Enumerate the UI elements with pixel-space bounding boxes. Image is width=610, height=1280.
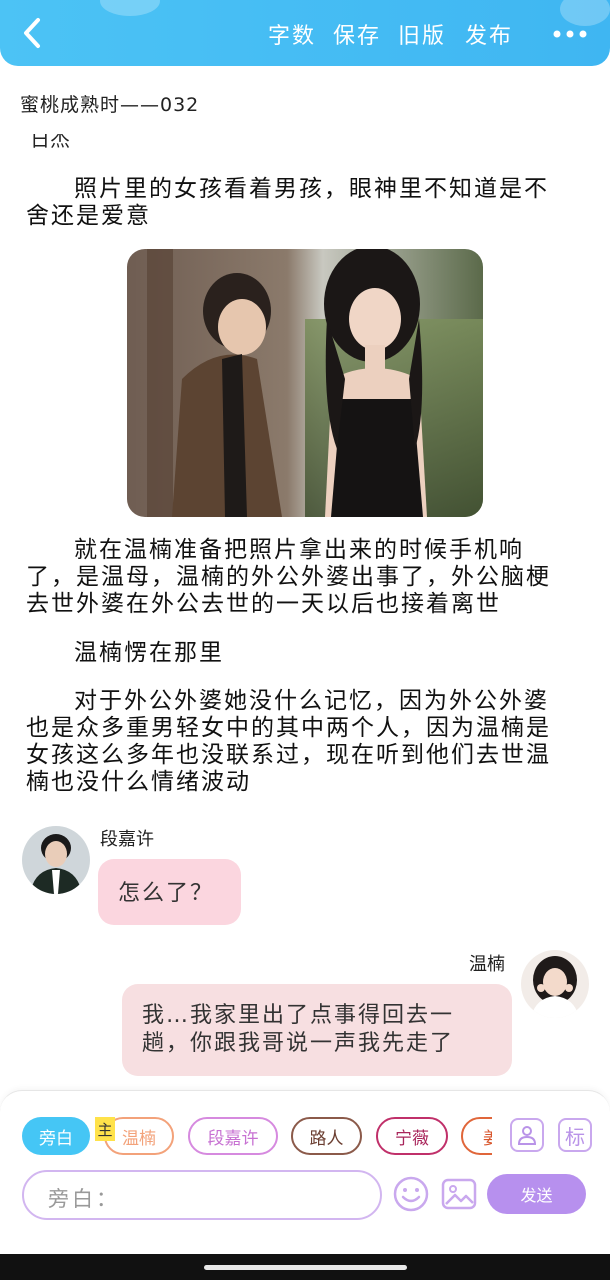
chevron-left-icon[interactable] [18, 16, 48, 50]
story-photo[interactable] [127, 249, 483, 517]
home-indicator[interactable] [204, 1265, 407, 1270]
photo-illustration [127, 249, 483, 517]
decor-bubble [560, 0, 610, 26]
story-paragraph[interactable]: 对于外公外婆她没什么记忆，因为外公外婆也是众多重男轻女中的其中两个人，因为温楠是… [26, 688, 572, 796]
role-chip-row: 旁白 温楠 段嘉许 路人 宁薇 姜 [0, 1110, 492, 1164]
main-role-badge: 主 [95, 1117, 115, 1141]
avatar[interactable] [22, 826, 90, 894]
avatar[interactable] [521, 950, 589, 1018]
chat-bubble[interactable]: 怎么了？ [98, 859, 241, 925]
word-count-button[interactable]: 字数 [268, 18, 316, 50]
image-icon[interactable] [441, 1176, 477, 1212]
more-dots-icon[interactable] [552, 24, 588, 44]
user-profile-icon[interactable] [510, 1118, 544, 1152]
chapter-title: 蜜桃成熟时——032 [20, 94, 200, 116]
send-button[interactable]: 发送 [487, 1174, 586, 1214]
role-chip-passerby[interactable]: 路人 [291, 1117, 362, 1155]
role-chip-jiang[interactable]: 姜 [461, 1117, 492, 1155]
emoji-icon[interactable] [393, 1176, 429, 1212]
role-chip-ningwei[interactable]: 宁薇 [376, 1117, 448, 1155]
publish-button[interactable]: 发布 [465, 18, 513, 50]
speaker-name: 温楠 [469, 954, 505, 975]
story-paragraph[interactable]: 就在温楠准备把照片拿出来的时候手机响了，是温母，温楠的外公外婆出事了，外公脑梗去… [26, 537, 572, 618]
role-chip-duanjiaxu[interactable]: 段嘉许 [188, 1117, 278, 1155]
tag-icon[interactable]: 标 [558, 1118, 592, 1152]
role-chip-narrator[interactable]: 旁白 [22, 1117, 90, 1155]
decor-bubble [100, 0, 160, 16]
story-paragraph[interactable]: 温楠愣在那里 [26, 640, 572, 667]
chat-bubble[interactable]: 我…我家里出了点事得回去一趟，你跟我哥说一声我先走了 [122, 984, 512, 1076]
cut-off-text: 日杰 [30, 134, 70, 150]
speaker-name: 段嘉许 [100, 829, 154, 850]
message-input[interactable]: 旁白： [22, 1170, 382, 1220]
save-button[interactable]: 保存 [333, 18, 381, 50]
story-paragraph[interactable]: 照片里的女孩看着男孩，眼神里不知道是不舍还是爱意 [26, 176, 572, 230]
old-version-button[interactable]: 旧版 [398, 18, 446, 50]
top-bar: 字数 保存 旧版 发布 [0, 0, 610, 66]
